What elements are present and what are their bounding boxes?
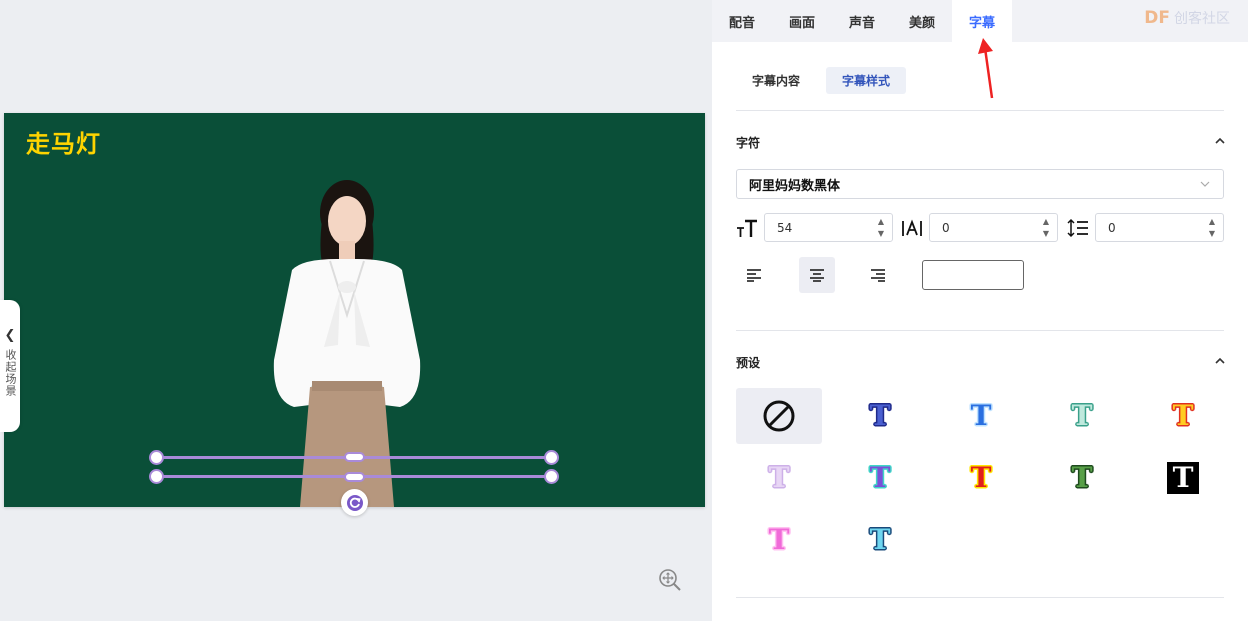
font-size-control: 54 ▲ ▼ — [736, 213, 893, 242]
tab-sound[interactable]: 声音 — [832, 0, 892, 42]
preset-lavender[interactable]: T — [736, 450, 822, 506]
text-color-picker[interactable] — [922, 260, 1024, 290]
annotation-arrow-icon — [978, 38, 994, 99]
marquee-title-text[interactable]: 走马灯 — [26, 124, 101, 159]
line-spacing-control: 0 ▲ ▼ — [1067, 213, 1224, 242]
subtab-subtitle-content[interactable]: 字幕内容 — [736, 67, 816, 94]
preset-sample-text: T — [869, 399, 891, 432]
preset-sample-text: T — [768, 461, 790, 494]
preset-lightblue-glow[interactable]: T — [938, 388, 1024, 444]
font-size-value: 54 — [777, 220, 793, 235]
font-family-select[interactable]: 阿里妈妈数黑体 — [736, 169, 1224, 199]
preset-section-title: 预设 — [736, 356, 761, 370]
resize-handle-bottom-center[interactable] — [344, 472, 365, 482]
line-spacing-stepper[interactable]: ▲ ▼ — [1209, 217, 1215, 238]
font-size-icon — [736, 217, 758, 239]
preset-none[interactable] — [736, 388, 822, 444]
preset-sample-text: T — [1166, 462, 1200, 494]
align-right-button[interactable] — [860, 257, 896, 293]
letter-spacing-value: 0 — [942, 220, 950, 235]
preset-sample-text: T — [1071, 399, 1093, 432]
preset-sample-text: T — [869, 523, 891, 556]
chevron-down-icon — [1200, 181, 1210, 187]
letter-spacing-icon — [901, 217, 923, 239]
settings-panel: 配音 画面 声音 美颜 字幕 DF 创客社区 字幕内容 字幕样式 字符 阿里妈妈… — [712, 0, 1248, 621]
chevron-up-icon[interactable] — [1214, 135, 1226, 147]
chevron-up-icon[interactable] — [1214, 355, 1226, 367]
preset-green-dark[interactable]: T — [1039, 450, 1125, 506]
preset-sample-text: T — [970, 461, 992, 494]
preset-white-on-black[interactable]: T — [1140, 450, 1226, 506]
align-left-icon — [747, 269, 761, 282]
tab-dubbing[interactable]: 配音 — [712, 0, 772, 42]
preset-mint-green[interactable]: T — [1039, 388, 1125, 444]
line-spacing-icon — [1067, 217, 1089, 239]
resize-handle-top-right[interactable] — [544, 450, 559, 465]
divider — [736, 597, 1224, 598]
preset-sample-text: T — [1172, 399, 1194, 432]
preset-blue-outline[interactable]: T — [837, 388, 923, 444]
align-center-button[interactable] — [799, 257, 835, 293]
subtab-subtitle-style[interactable]: 字幕样式 — [826, 67, 907, 94]
align-center-icon — [810, 269, 824, 282]
preset-pink-magenta[interactable]: T — [736, 512, 822, 568]
font-size-stepper[interactable]: ▲ ▼ — [878, 217, 884, 238]
preset-sample-text: T — [869, 461, 891, 494]
brand-name: 创客社区 — [1174, 11, 1230, 27]
rotate-handle[interactable] — [341, 489, 368, 516]
sub-tab-bar: 字幕内容 字幕样式 — [736, 67, 907, 94]
resize-handle-top-left[interactable] — [149, 450, 164, 465]
tab-beauty[interactable]: 美颜 — [892, 0, 952, 42]
letter-spacing-input[interactable]: 0 ▲ ▼ — [929, 213, 1058, 242]
watermark-logo: DF 创客社区 — [1144, 8, 1230, 28]
resize-handle-bottom-left[interactable] — [149, 469, 164, 484]
preset-sample-text: T — [768, 523, 790, 556]
preset-purple-teal[interactable]: T — [837, 450, 923, 506]
brand-logo: DF — [1144, 8, 1170, 28]
align-right-icon — [871, 269, 885, 282]
align-left-button[interactable] — [736, 257, 772, 293]
line-spacing-input[interactable]: 0 ▲ ▼ — [1095, 213, 1224, 242]
divider — [736, 110, 1224, 111]
collapse-scenes-label: 收起场景 — [4, 349, 17, 397]
preset-sample-text: T — [970, 399, 992, 432]
canvas-area: 走马灯 ❮ 收起场景 — [0, 0, 712, 621]
line-spacing-value: 0 — [1108, 220, 1116, 235]
chevron-left-icon: ❮ — [4, 328, 16, 343]
video-stage[interactable]: 走马灯 — [4, 113, 705, 507]
zoom-icon[interactable] — [657, 567, 683, 593]
collapse-scenes-button[interactable]: ❮ 收起场景 — [0, 300, 20, 432]
tab-visual[interactable]: 画面 — [772, 0, 832, 42]
preset-sample-text: T — [1071, 461, 1093, 494]
preset-orange-red[interactable]: T — [1140, 388, 1226, 444]
resize-handle-top-center[interactable] — [344, 452, 365, 462]
preset-red-yellow[interactable]: T — [938, 450, 1024, 506]
divider — [736, 330, 1224, 331]
resize-handle-bottom-right[interactable] — [544, 469, 559, 484]
font-family-value: 阿里妈妈数黑体 — [749, 178, 841, 194]
rotate-icon — [346, 494, 363, 511]
preset-cyan-navy[interactable]: T — [837, 512, 923, 568]
letter-spacing-stepper[interactable]: ▲ ▼ — [1043, 217, 1049, 238]
font-section-title: 字符 — [736, 136, 761, 150]
letter-spacing-control: 0 ▲ ▼ — [901, 213, 1058, 242]
no-style-icon — [763, 400, 795, 432]
font-size-input[interactable]: 54 ▲ ▼ — [764, 213, 893, 242]
